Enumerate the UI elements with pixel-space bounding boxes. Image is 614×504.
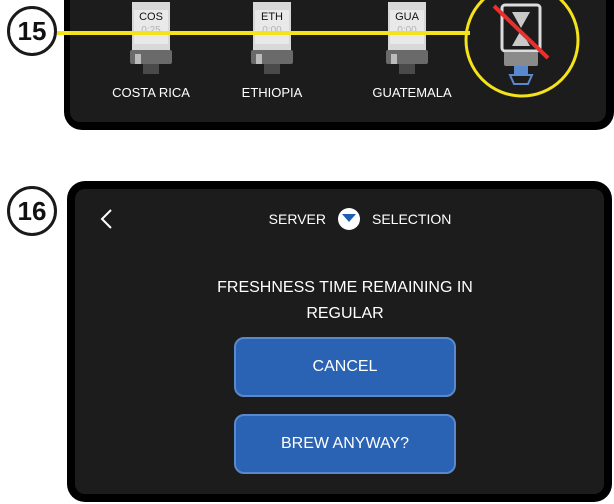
brew-anyway-button[interactable]: BREW ANYWAY? bbox=[234, 414, 456, 474]
message-line-2: REGULAR bbox=[306, 305, 384, 322]
step-16-badge: 16 bbox=[7, 186, 57, 236]
header: SERVER SELECTION bbox=[240, 208, 480, 230]
cup-icon bbox=[337, 208, 360, 230]
message-line-1: FRESHNESS TIME REMAINING IN bbox=[217, 279, 473, 296]
callout-overlay bbox=[57, 0, 580, 98]
header-server-label: SERVER bbox=[268, 211, 326, 227]
header-selection-label: SELECTION bbox=[371, 211, 452, 227]
freshness-message: FRESHNESS TIME REMAINING IN REGULAR bbox=[150, 275, 540, 327]
cancel-button[interactable]: CANCEL bbox=[234, 337, 456, 397]
back-arrow-icon[interactable] bbox=[99, 208, 115, 230]
